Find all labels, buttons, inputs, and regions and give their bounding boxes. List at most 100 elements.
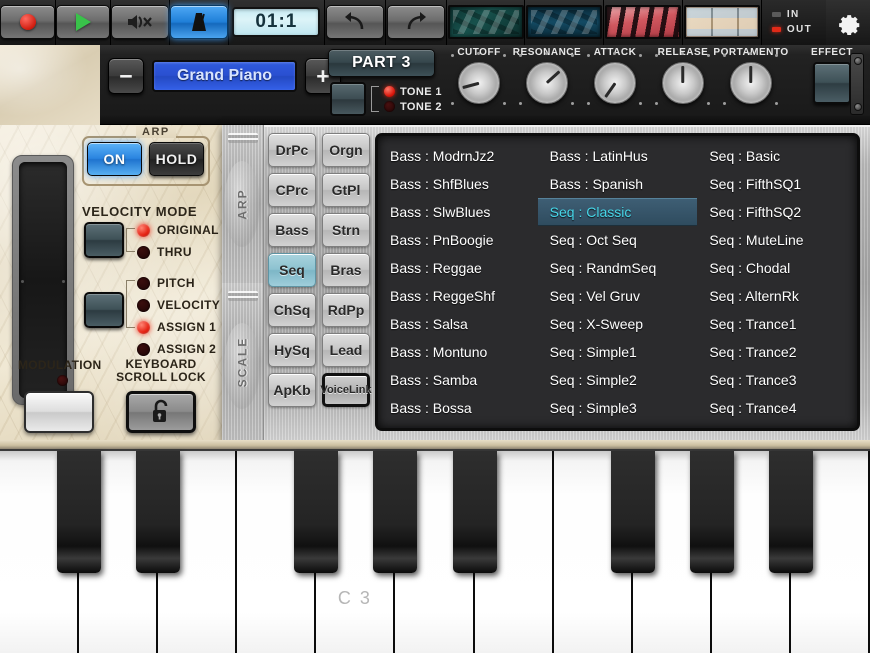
- preset-list-item[interactable]: Bass : ModrnJz2: [378, 142, 538, 170]
- assign-mode-switch[interactable]: [84, 292, 124, 328]
- redo-button-face[interactable]: [386, 5, 445, 39]
- preset-list-item[interactable]: Bass : LatinHus: [538, 142, 698, 170]
- assign-mode-item[interactable]: VELOCITY: [137, 294, 220, 316]
- patch-name-display[interactable]: Grand Piano: [152, 60, 297, 92]
- piano-black-key[interactable]: [57, 451, 102, 573]
- category-button-gtpl[interactable]: GtPl: [322, 173, 370, 207]
- preset-list-item[interactable]: Bass : Reggae: [378, 254, 538, 282]
- knob-cutoff[interactable]: [458, 62, 500, 104]
- tab-scale[interactable]: SCALE: [222, 283, 264, 440]
- undo-button[interactable]: [324, 0, 386, 45]
- sequencer-view-button[interactable]: [525, 0, 605, 45]
- mixer-view-button[interactable]: [446, 0, 526, 45]
- pads-view-button[interactable]: [683, 0, 762, 45]
- preset-list-item[interactable]: Seq : X-Sweep: [538, 310, 698, 338]
- velocity-mode-item[interactable]: THRU: [137, 241, 219, 263]
- category-button-drpc[interactable]: DrPc: [268, 133, 316, 167]
- arp-hold-button[interactable]: HOLD: [149, 142, 204, 176]
- piano-black-key[interactable]: [610, 451, 655, 573]
- preset-list-item[interactable]: Seq : AlternRk: [697, 282, 857, 310]
- piano-black-key[interactable]: [136, 451, 181, 573]
- preset-list[interactable]: Bass : ModrnJz2 Bass : ShfBlues Bass : Slw…: [375, 133, 860, 431]
- preset-list-item[interactable]: Seq : FifthSQ1: [697, 170, 857, 198]
- category-button-cprc[interactable]: CPrc: [268, 173, 316, 207]
- preset-list-item[interactable]: Bass : Samba: [378, 366, 538, 394]
- piano-black-key[interactable]: [452, 451, 497, 573]
- preset-list-item[interactable]: Seq : Vel Gruv: [538, 282, 698, 310]
- category-button-bass[interactable]: Bass: [268, 213, 316, 247]
- arp-on-button[interactable]: ON: [87, 142, 142, 176]
- preset-list-item[interactable]: Bass : ShfBlues: [378, 170, 538, 198]
- undo-button-face[interactable]: [325, 5, 384, 39]
- preset-list-item[interactable]: Seq : Simple1: [538, 338, 698, 366]
- keyboard-scroll-lock-button[interactable]: [126, 391, 196, 433]
- mute-button[interactable]: [111, 0, 170, 45]
- play-button[interactable]: [56, 0, 111, 45]
- category-button-orgn[interactable]: Orgn: [322, 133, 370, 167]
- patch-prev-button[interactable]: −: [108, 58, 144, 94]
- preset-list-item[interactable]: Bass : Salsa: [378, 310, 538, 338]
- preset-list-item[interactable]: Seq : Basic: [697, 142, 857, 170]
- preset-list-item[interactable]: Seq : Trance3: [697, 366, 857, 394]
- preset-list-item[interactable]: Bass : ReggeShf: [378, 282, 538, 310]
- assign-mode-item[interactable]: PITCH: [137, 272, 220, 294]
- preset-list-item[interactable]: Seq : RandmSeq: [538, 254, 698, 282]
- preset-list-item[interactable]: Seq : Classic: [537, 198, 698, 226]
- knob-release[interactable]: [662, 62, 704, 104]
- preset-list-item[interactable]: Seq : Oct Seq: [538, 226, 698, 254]
- piano-black-key[interactable]: [294, 451, 339, 573]
- preset-list-item[interactable]: Seq : MuteLine: [697, 226, 857, 254]
- tempo-display-button[interactable]: 01:1: [229, 0, 325, 45]
- category-button-hysq[interactable]: HySq: [268, 333, 316, 367]
- category-button-seq[interactable]: Seq: [268, 253, 316, 287]
- category-button-apkb[interactable]: ApKb: [268, 373, 316, 407]
- preset-list-item[interactable]: Seq : FifthSQ2: [697, 198, 857, 226]
- metronome-button-face[interactable]: [170, 5, 228, 39]
- mute-button-face[interactable]: [111, 5, 169, 39]
- mixer-view-icon[interactable]: [447, 5, 524, 39]
- preset-list-item[interactable]: Seq : Simple3: [538, 394, 698, 422]
- assign-mode-item[interactable]: ASSIGN 1: [137, 316, 220, 338]
- category-button-strn[interactable]: Strn: [322, 213, 370, 247]
- tab-arp[interactable]: ARP: [222, 125, 264, 283]
- preset-list-item[interactable]: Seq : Trance4: [697, 394, 857, 422]
- knob-attack[interactable]: [594, 62, 636, 104]
- preset-list-item[interactable]: Bass : Spanish: [538, 170, 698, 198]
- category-button-chsq[interactable]: ChSq: [268, 293, 316, 327]
- piano-black-key[interactable]: [689, 451, 734, 573]
- piano-keyboard[interactable]: C 3: [0, 451, 870, 653]
- settings-button[interactable]: [825, 0, 870, 45]
- play-button-face[interactable]: [56, 5, 110, 39]
- category-button-lead[interactable]: Lead: [322, 333, 370, 367]
- metronome-button[interactable]: [170, 0, 229, 45]
- velocity-mode-switch[interactable]: [84, 222, 124, 258]
- preset-list-item[interactable]: Bass : Bossa: [378, 394, 538, 422]
- piano-black-key[interactable]: [373, 451, 418, 573]
- tone-switch-button[interactable]: [330, 82, 366, 116]
- preset-list-item[interactable]: Seq : Simple2: [538, 366, 698, 394]
- modulation-button[interactable]: [24, 391, 94, 433]
- preset-list-item[interactable]: Bass : SlwBlues: [378, 198, 538, 226]
- knob-resonance[interactable]: [526, 62, 568, 104]
- redo-button[interactable]: [385, 0, 447, 45]
- knob-portamento[interactable]: [730, 62, 772, 104]
- pads-view-icon[interactable]: [683, 5, 760, 39]
- record-button-face[interactable]: [0, 5, 55, 39]
- effect-button[interactable]: [813, 62, 851, 104]
- gear-icon[interactable]: [835, 9, 861, 35]
- category-button-bras[interactable]: Bras: [322, 253, 370, 287]
- preset-list-item[interactable]: Seq : Trance1: [697, 310, 857, 338]
- velocity-mode-item[interactable]: ORIGINAL: [137, 219, 219, 241]
- preset-list-item[interactable]: Bass : PnBoogie: [378, 226, 538, 254]
- category-button-rdpp[interactable]: RdPp: [322, 293, 370, 327]
- keyboard-view-button[interactable]: [604, 0, 684, 45]
- preset-list-item[interactable]: Seq : Chodal: [697, 254, 857, 282]
- sequencer-view-icon[interactable]: [526, 5, 603, 39]
- preset-list-item[interactable]: Bass : Montuno: [378, 338, 538, 366]
- category-button-voice-link[interactable]: Voice Link: [320, 373, 372, 407]
- preset-list-item[interactable]: Seq : Trance2: [697, 338, 857, 366]
- part-button[interactable]: PART 3: [328, 49, 435, 77]
- piano-black-key[interactable]: [768, 451, 813, 573]
- keyboard-view-icon[interactable]: [605, 5, 682, 39]
- record-button[interactable]: [0, 0, 56, 45]
